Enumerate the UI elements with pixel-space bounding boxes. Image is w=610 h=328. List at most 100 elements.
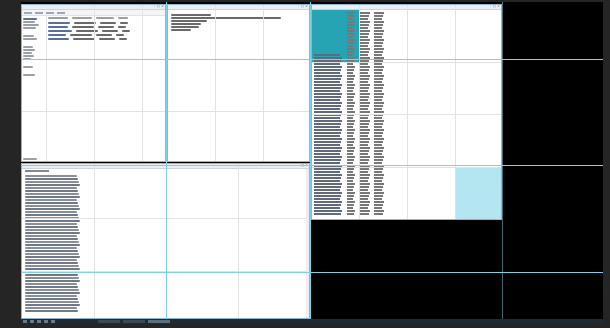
sheet-cell[interactable] <box>374 27 382 29</box>
sheet-cell[interactable] <box>347 183 355 185</box>
sheet-cell[interactable] <box>347 102 355 104</box>
sheet-cell[interactable] <box>347 90 353 92</box>
file-row[interactable] <box>48 37 164 41</box>
sheet-cell[interactable] <box>360 159 369 161</box>
sheet-cell[interactable] <box>374 105 383 107</box>
sheet-cell[interactable] <box>374 147 384 149</box>
sheet-cell[interactable] <box>347 147 355 149</box>
minimize-icon[interactable]: – <box>153 5 156 8</box>
sheet-cell[interactable] <box>347 207 353 209</box>
sheet-cell[interactable] <box>374 45 382 47</box>
sheet-cell[interactable] <box>374 177 383 179</box>
nav-item[interactable] <box>23 18 37 20</box>
log-text-area[interactable] <box>25 174 85 314</box>
sheet-cell[interactable] <box>374 72 382 74</box>
sheet-cell[interactable] <box>374 66 384 68</box>
sheet-cell[interactable] <box>347 75 355 77</box>
sheet-cell[interactable] <box>347 36 353 38</box>
sheet-cell[interactable] <box>360 177 369 179</box>
sheet-cell[interactable] <box>374 51 383 53</box>
sheet-cell[interactable] <box>347 15 354 17</box>
sheet-cell[interactable] <box>360 156 370 158</box>
notepad-window[interactable]: – □ × <box>167 4 310 162</box>
sheet-cell[interactable] <box>314 63 340 65</box>
sheet-cell[interactable] <box>374 96 383 98</box>
sheet-cell[interactable] <box>347 186 354 188</box>
sheet-cell[interactable] <box>314 87 341 89</box>
sheet-cell[interactable] <box>374 42 383 44</box>
sheet-cell[interactable] <box>314 102 342 104</box>
sheet-cell[interactable] <box>374 69 383 71</box>
sheet-cell[interactable] <box>360 102 370 104</box>
sheet-cell[interactable] <box>314 180 340 182</box>
sheet-cell[interactable] <box>360 171 368 173</box>
sheet-cell[interactable] <box>347 51 354 53</box>
sheet-cell[interactable] <box>347 108 353 110</box>
sheet-cell[interactable] <box>360 90 368 92</box>
nav-item[interactable] <box>23 24 39 26</box>
vertical-scrollbar[interactable] <box>306 169 309 318</box>
sheet-cell[interactable] <box>360 147 370 149</box>
sheet-cell[interactable] <box>360 99 368 101</box>
sheet-cell[interactable] <box>347 153 353 155</box>
sheet-cell[interactable] <box>314 96 341 98</box>
ribbon-tab[interactable] <box>46 11 54 14</box>
sheet-cell[interactable] <box>374 171 382 173</box>
maximize-icon[interactable]: □ <box>157 5 160 8</box>
sheet-cell[interactable] <box>374 18 382 20</box>
sheet-cell[interactable] <box>314 108 340 110</box>
sheet-cell[interactable] <box>374 189 382 191</box>
sheet-cell[interactable] <box>314 174 342 176</box>
sheet-cell[interactable] <box>360 111 370 113</box>
nav-item[interactable] <box>23 74 35 76</box>
notepad-text-area[interactable] <box>171 13 301 32</box>
sheet-cell[interactable] <box>374 90 382 92</box>
sheet-cell[interactable] <box>360 81 368 83</box>
sheet-cell[interactable] <box>314 72 340 74</box>
sheet-cell[interactable] <box>360 207 368 209</box>
nav-item[interactable] <box>23 66 33 68</box>
sheet-cell[interactable] <box>314 135 340 137</box>
sheet-cell[interactable] <box>347 96 354 98</box>
nav-item[interactable] <box>23 46 33 48</box>
sheet-cell[interactable] <box>314 120 342 122</box>
sheet-cell[interactable] <box>360 150 369 152</box>
sheet-cell[interactable] <box>360 213 369 215</box>
sheet-cell[interactable] <box>374 135 382 137</box>
sheet-cell[interactable] <box>360 129 370 131</box>
maximize-icon[interactable]: □ <box>493 5 496 8</box>
sheet-cell[interactable] <box>360 168 369 170</box>
sheet-cell[interactable] <box>360 144 368 146</box>
sheet-cell[interactable] <box>314 117 340 119</box>
nav-item[interactable] <box>23 38 37 40</box>
sheet-cell[interactable] <box>374 12 384 14</box>
sheet-cell[interactable] <box>360 78 369 80</box>
sheet-cell[interactable] <box>314 54 340 56</box>
sheet-cell[interactable] <box>347 198 353 200</box>
sheet-cell[interactable] <box>347 174 355 176</box>
sheet-cell[interactable] <box>314 147 342 149</box>
close-icon[interactable]: × <box>161 5 164 8</box>
sheet-cell[interactable] <box>374 48 384 50</box>
sheet-cell[interactable] <box>314 207 340 209</box>
sheet-cell[interactable] <box>374 156 384 158</box>
sheet-cell[interactable] <box>374 15 383 17</box>
sheet-cell[interactable] <box>314 105 341 107</box>
sheet-cell[interactable] <box>360 54 368 56</box>
sheet-cell[interactable] <box>314 144 340 146</box>
sheet-cell[interactable] <box>374 192 384 194</box>
sheet-cell[interactable] <box>360 84 370 86</box>
sheet-cell[interactable] <box>374 144 382 146</box>
sheet-cell[interactable] <box>314 123 341 125</box>
sheet-cell[interactable] <box>374 213 383 215</box>
sheet-cell[interactable] <box>360 174 370 176</box>
column-header-size[interactable] <box>118 17 128 19</box>
sheet-cell[interactable] <box>314 69 341 71</box>
sheet-cell[interactable] <box>360 105 369 107</box>
column-header-date[interactable] <box>72 17 92 19</box>
sheet-cell[interactable] <box>374 204 383 206</box>
sheet-cell[interactable] <box>314 138 342 140</box>
sheet-cell[interactable] <box>347 99 353 101</box>
sheet-cell[interactable] <box>360 141 369 143</box>
sheet-cell[interactable] <box>360 33 369 35</box>
